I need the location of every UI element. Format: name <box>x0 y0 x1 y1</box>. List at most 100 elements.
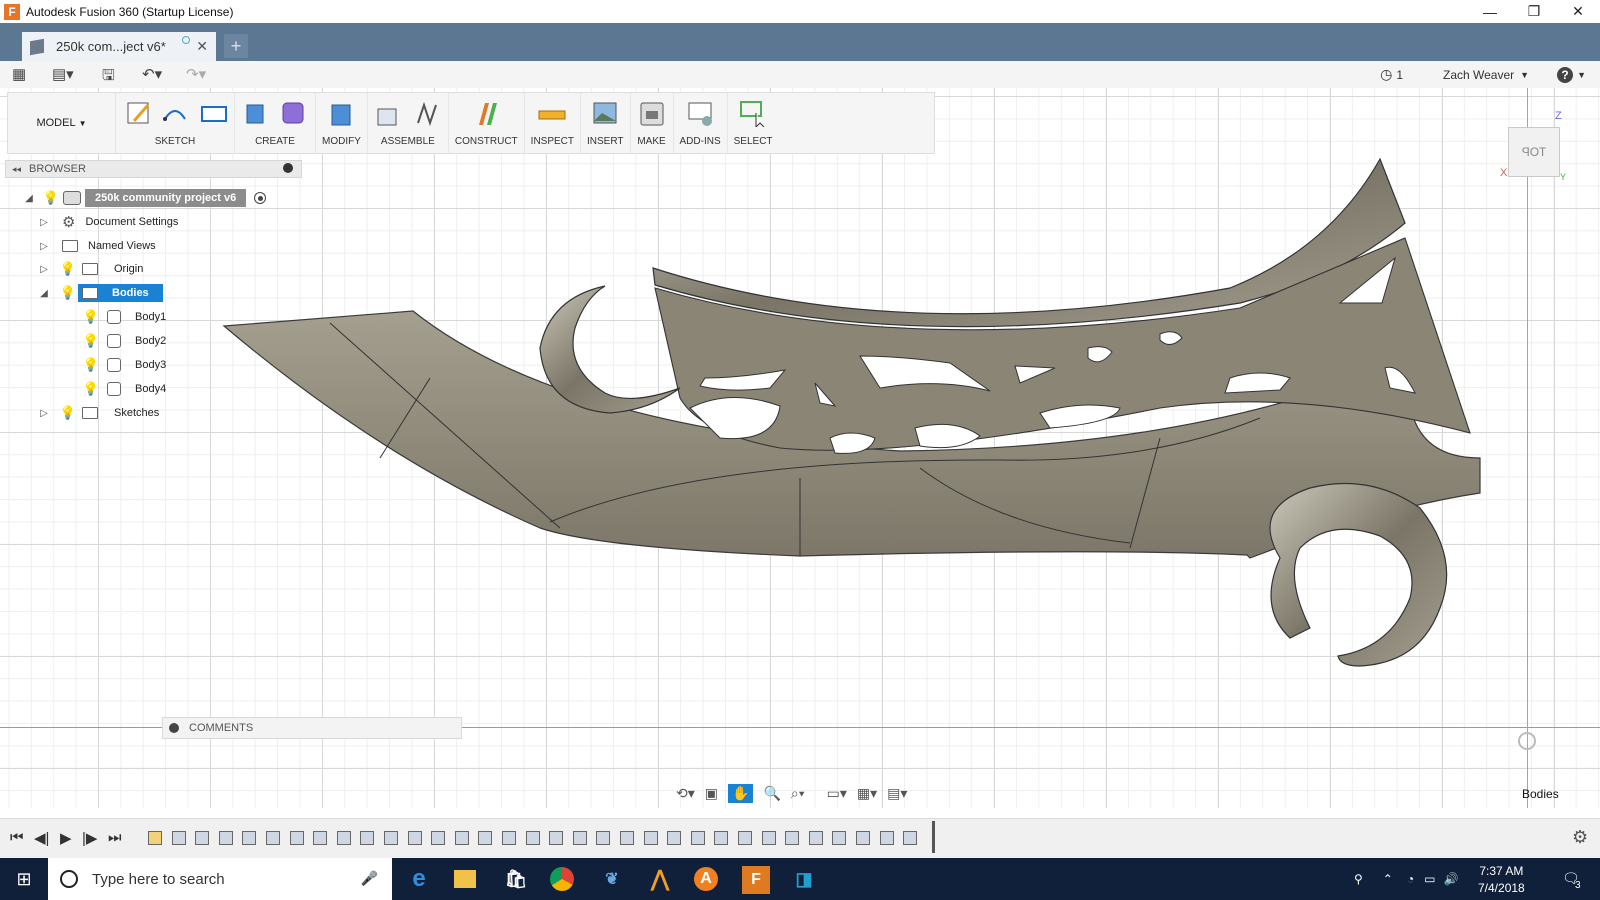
data-panel-grid-icon[interactable]: ▦ <box>12 65 26 83</box>
timeline-feature[interactable] <box>572 831 587 845</box>
play-icon[interactable]: ▶ <box>60 829 72 847</box>
timeline-marker[interactable] <box>932 821 935 853</box>
workspace-switcher[interactable]: MODEL ▼ <box>8 93 116 153</box>
timeline-feature[interactable] <box>549 831 564 845</box>
visibility-bulb-icon[interactable]: 💡 <box>60 405 76 420</box>
inspect-menu[interactable]: INSPECT <box>531 136 574 147</box>
tree-item-body2[interactable]: 💡 Body2 <box>83 330 172 352</box>
tree-item-body1[interactable]: 💡 Body1 <box>83 306 172 328</box>
measure-icon[interactable] <box>537 99 567 127</box>
timeline-feature[interactable] <box>596 831 611 845</box>
timeline-feature[interactable] <box>313 831 328 845</box>
tree-item-document-settings[interactable]: ▷ ⚙ Document Settings <box>38 211 184 233</box>
sketch-menu[interactable]: SKETCH <box>155 136 196 147</box>
timeline-feature[interactable] <box>195 831 210 845</box>
redo-icon[interactable]: ↷▾ <box>186 65 206 83</box>
timeline-settings-gear-icon[interactable]: ⚙ <box>1572 827 1588 848</box>
chrome-icon[interactable] <box>550 867 574 891</box>
timeline-feature[interactable] <box>832 831 847 845</box>
timeline-sketch-feature[interactable] <box>148 831 162 845</box>
new-component-icon[interactable] <box>374 99 404 127</box>
scripts-icon[interactable] <box>685 99 715 127</box>
tree-item-origin[interactable]: ▷ 💡 Origin <box>38 258 149 280</box>
slicer-icon[interactable]: ◨ <box>790 865 818 893</box>
look-at-icon[interactable]: ▣ <box>705 785 718 802</box>
last-step-icon[interactable]: ⏭ <box>108 829 122 846</box>
network-icon[interactable]: ◔ <box>1407 872 1414 886</box>
timeline-feature[interactable] <box>478 831 493 845</box>
create-menu[interactable]: CREATE <box>255 136 295 147</box>
close-window-button[interactable]: ✕ <box>1556 0 1600 23</box>
press-pull-icon[interactable] <box>326 99 356 127</box>
visibility-bulb-icon[interactable]: 💡 <box>83 309 99 324</box>
timeline-feature[interactable] <box>360 831 375 845</box>
zoom-icon[interactable]: 🔍 <box>763 785 780 802</box>
add-comment-icon[interactable] <box>169 723 179 733</box>
visibility-bulb-icon[interactable]: 💡 <box>83 357 99 372</box>
timeline-feature[interactable] <box>690 831 705 845</box>
undo-icon[interactable]: ↶▾ <box>142 65 162 83</box>
extrude-icon[interactable] <box>241 99 271 127</box>
modify-menu[interactable]: MODIFY <box>322 136 361 147</box>
orbit-icon[interactable]: ⟲▾ <box>676 785 695 802</box>
collapse-browser-icon[interactable]: ◂◂ <box>12 164 21 175</box>
user-menu[interactable]: Zach Weaver <box>1443 68 1514 82</box>
timeline-feature[interactable] <box>738 831 752 845</box>
3d-print-icon[interactable] <box>637 99 667 127</box>
comments-panel[interactable]: COMMENTS <box>162 717 462 739</box>
timeline-feature[interactable] <box>808 831 823 845</box>
people-icon[interactable]: ⚲ <box>1354 872 1363 886</box>
previous-step-icon[interactable]: ◀| <box>34 829 49 847</box>
collapsed-triangle-icon[interactable]: ▷ <box>38 407 50 419</box>
rectangle-icon[interactable] <box>198 99 228 127</box>
user-menu-chevron-icon[interactable]: ▼ <box>1520 70 1529 80</box>
make-menu[interactable]: MAKE <box>637 136 665 147</box>
timeline-feature[interactable] <box>289 831 304 845</box>
tree-root-label[interactable]: 250k community project v6 <box>85 189 247 207</box>
workspace-label[interactable]: MODEL <box>36 117 75 129</box>
timeline-feature[interactable] <box>431 831 446 845</box>
visibility-bulb-icon[interactable]: 💡 <box>83 381 99 396</box>
timeline-feature[interactable] <box>502 831 516 845</box>
timeline-feature[interactable] <box>454 831 469 845</box>
expanded-triangle-icon[interactable]: ◢ <box>23 192 35 204</box>
display-settings-icon[interactable]: ▭▾ <box>827 785 847 802</box>
visibility-bulb-icon[interactable]: 💡 <box>43 190 59 205</box>
taskbar-search[interactable]: Type here to search 🎤 <box>48 858 392 900</box>
viewports-icon[interactable]: ▤▾ <box>887 785 907 802</box>
job-count[interactable]: 1 <box>1396 68 1403 82</box>
collapsed-triangle-icon[interactable]: ▷ <box>38 240 50 252</box>
file-explorer-icon[interactable] <box>454 870 476 888</box>
activate-radio-icon[interactable] <box>254 192 267 204</box>
help-chevron-icon[interactable]: ▼ <box>1577 70 1586 80</box>
pan-icon[interactable]: ✋ <box>728 783 754 803</box>
create-sketch-icon[interactable] <box>122 99 152 127</box>
tree-item-sketches[interactable]: ▷ 💡 Sketches <box>38 402 165 424</box>
next-step-icon[interactable]: |▶ <box>82 829 97 847</box>
timeline-feature[interactable] <box>242 831 257 845</box>
microphone-icon[interactable]: 🎤 <box>361 870 378 887</box>
help-icon[interactable]: ? <box>1557 66 1574 83</box>
form-icon[interactable] <box>279 99 309 127</box>
job-status-icon[interactable]: ◷ <box>1380 66 1392 83</box>
add-ins-menu[interactable]: ADD-INS <box>680 136 721 147</box>
timeline-feature[interactable] <box>785 831 800 845</box>
view-cube-face[interactable]: TOP <box>1522 145 1546 159</box>
timeline-feature[interactable] <box>856 831 870 845</box>
insert-menu[interactable]: INSERT <box>587 136 624 147</box>
minimize-button[interactable]: — <box>1468 0 1512 23</box>
timeline-feature[interactable] <box>714 831 729 845</box>
tree-item-body4[interactable]: 💡 Body4 <box>83 378 172 400</box>
fusion-taskbar-icon[interactable]: F <box>742 866 770 894</box>
workspace-chevron-icon[interactable]: ▼ <box>79 119 87 128</box>
timeline-feature[interactable] <box>407 831 422 845</box>
view-cube[interactable]: TOP <box>1508 127 1560 177</box>
timeline-feature[interactable] <box>266 831 280 845</box>
store-icon[interactable]: 🛍 <box>502 865 530 893</box>
timeline-feature[interactable] <box>761 831 776 845</box>
volume-icon[interactable]: 🔊 <box>1443 872 1458 886</box>
select-menu[interactable]: SELECT <box>734 136 773 147</box>
browser-minimize-icon[interactable] <box>283 163 293 173</box>
visibility-bulb-icon[interactable]: 💡 <box>60 261 76 276</box>
timeline-feature[interactable] <box>643 831 658 845</box>
